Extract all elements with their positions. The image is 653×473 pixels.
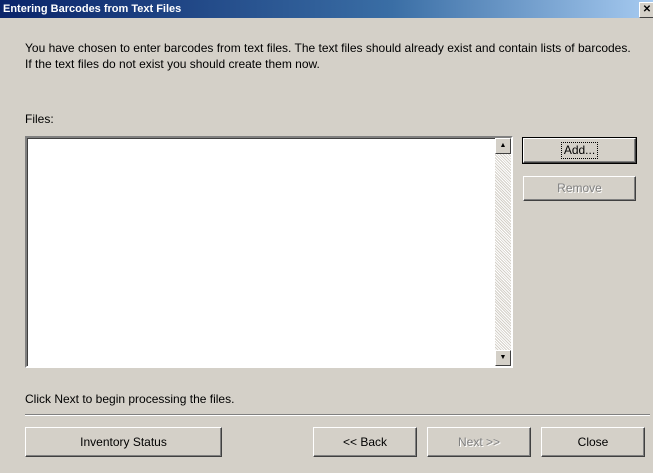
- remove-button[interactable]: Remove: [523, 176, 636, 201]
- files-listbox[interactable]: ▲ ▼: [25, 136, 513, 368]
- scroll-up-icon[interactable]: ▲: [495, 138, 511, 154]
- scroll-down-icon[interactable]: ▼: [495, 350, 511, 366]
- next-button[interactable]: Next >>: [427, 427, 531, 457]
- hint-text: Click Next to begin processing the files…: [25, 392, 235, 406]
- inventory-status-button[interactable]: Inventory Status: [25, 427, 222, 457]
- window-title: Entering Barcodes from Text Files: [3, 3, 182, 15]
- title-bar: Entering Barcodes from Text Files ✕: [0, 0, 653, 18]
- back-button[interactable]: << Back: [313, 427, 417, 457]
- close-icon[interactable]: ✕: [639, 2, 653, 18]
- add-button-label: Add...: [560, 142, 599, 159]
- separator-line: [25, 414, 650, 416]
- close-button[interactable]: Close: [541, 427, 645, 457]
- files-scrollbar[interactable]: ▲ ▼: [495, 138, 511, 366]
- intro-text: You have chosen to enter barcodes from t…: [25, 41, 631, 71]
- files-label: Files:: [25, 112, 54, 126]
- add-button[interactable]: Add...: [522, 137, 637, 164]
